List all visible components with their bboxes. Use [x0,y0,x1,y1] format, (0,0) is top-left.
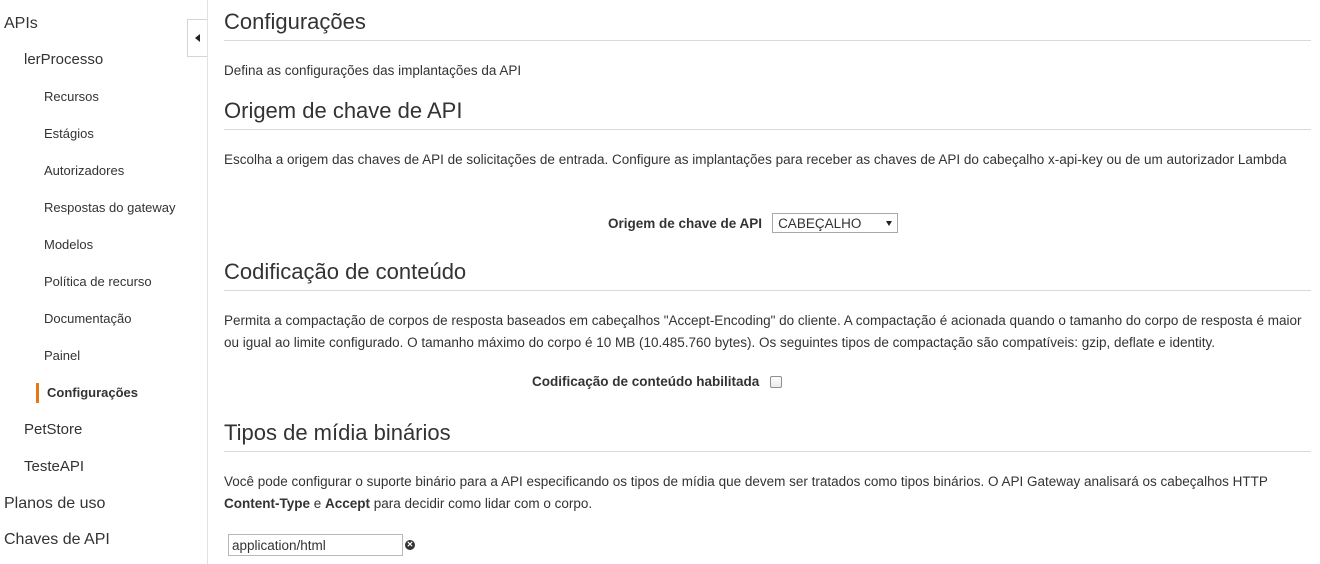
sidebar-apis[interactable]: APIs [4,15,38,33]
sidebar-item-politica-recurso[interactable]: Política de recurso [44,274,152,289]
sidebar-item-documentacao[interactable]: Documentação [44,311,131,326]
accept-header: Accept [325,496,371,511]
binary-media-description: Você pode configurar o suporte binário p… [224,471,1311,515]
content-encoding-heading: Codificação de conteúdo [224,259,467,284]
sidebar-api-keys[interactable]: Chaves de API [4,531,110,549]
api-key-source-row: Origem de chave de API CABEÇALHO [608,213,899,233]
sidebar-item-respostas-gateway[interactable]: Respostas do gateway [44,200,176,215]
api-key-source-description: Escolha a origem das chaves de API de so… [224,152,1287,167]
sidebar-api-lerprocesso[interactable]: lerProcesso [24,51,103,68]
content-encoding-checkbox[interactable] [770,375,783,388]
api-key-source-select[interactable]: CABEÇALHO [772,213,899,233]
binary-media-desc-part1: Você pode configurar o suporte binário p… [224,474,1268,489]
remove-icon[interactable]: ✕ [405,540,415,550]
sidebar-item-recursos[interactable]: Recursos [44,89,99,104]
content-encoding-divider [224,290,1311,291]
content-encoding-label: Codificação de conteúdo habilitada [532,374,760,389]
sidebar-item-painel[interactable]: Painel [44,348,80,363]
api-key-divider [224,129,1311,130]
active-indicator [36,383,39,403]
collapse-left-icon [195,34,200,42]
binary-media-desc-part2: e [310,496,326,511]
title-divider [224,40,1311,41]
page-subtitle: Defina as configurações das implantações… [224,63,522,78]
sidebar-item-estagios[interactable]: Estágios [44,126,94,141]
api-key-source-value: CABEÇALHO [778,215,862,231]
content-encoding-row: Codificação de conteúdo habilitada [532,374,783,389]
sidebar-usage-plans[interactable]: Planos de uso [4,495,105,513]
content-encoding-description: Permita a compactação de corpos de respo… [224,313,1302,350]
api-key-source-heading: Origem de chave de API [224,98,463,123]
chevron-down-icon [886,220,893,226]
sidebar-api-petstore[interactable]: PetStore [24,421,82,438]
binary-media-desc-part3: para decidir como lidar com o corpo. [370,496,593,511]
page-title: Configurações [224,9,366,34]
collapse-sidebar-button[interactable] [187,19,207,57]
sidebar-item-configuracoes[interactable]: Configurações [47,385,138,400]
sidebar-item-autorizadores[interactable]: Autorizadores [44,163,124,178]
api-key-source-label: Origem de chave de API [608,215,763,231]
binary-media-heading: Tipos de mídia binários [224,420,451,445]
binary-media-type-input[interactable] [228,534,403,556]
sidebar-api-testeapi[interactable]: TesteAPI [24,458,84,475]
sidebar: APIs lerProcesso Recursos Estágios Autor… [0,0,208,564]
sidebar-item-modelos[interactable]: Modelos [44,237,93,252]
binary-media-divider [224,451,1311,452]
content-type-header: Content-Type [224,496,310,511]
